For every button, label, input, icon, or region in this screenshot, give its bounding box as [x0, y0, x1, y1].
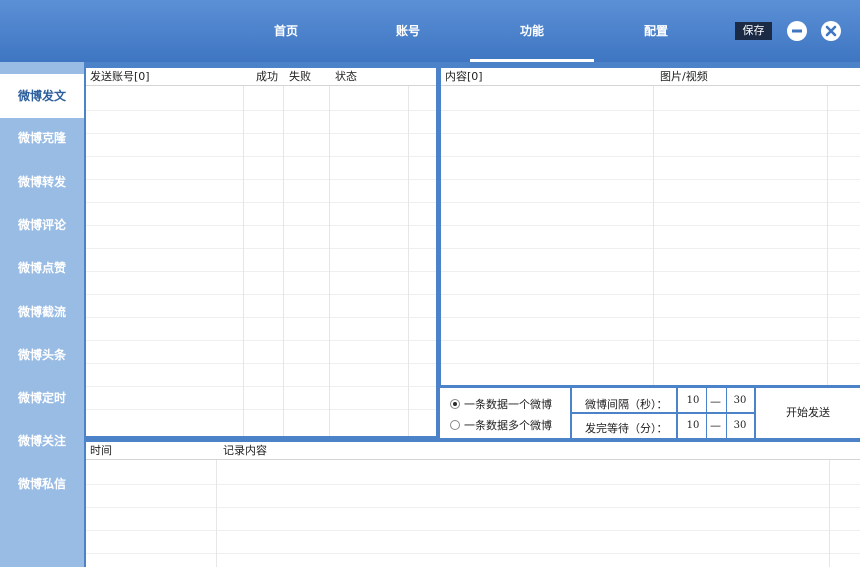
accounts-table[interactable]: 发送账号[0] 成功 失败 状态 — [86, 68, 436, 436]
table-header: 时间 记录内容 — [86, 442, 860, 460]
sidebar-item-weibo-like[interactable]: 微博点赞 — [0, 246, 84, 290]
column-header-sender-account[interactable]: 发送账号[0] — [86, 68, 150, 86]
interval-min-input[interactable]: 10 — [680, 391, 706, 411]
column-header-time[interactable]: 时间 — [86, 442, 112, 460]
wait-min-input[interactable]: 10 — [680, 416, 706, 436]
nav-tab-account[interactable]: 账号 — [347, 0, 469, 62]
mode-option-multiple[interactable]: 一条数据多个微博 — [450, 419, 552, 433]
content-table[interactable]: 内容[0] 图片/视频 — [441, 68, 860, 385]
column-header-status[interactable]: 状态 — [331, 68, 357, 86]
sidebar-item-weibo-headline[interactable]: 微博头条 — [0, 333, 84, 377]
sidebar-item-weibo-message[interactable]: 微博私信 — [0, 462, 84, 506]
column-header-fail[interactable]: 失败 — [285, 68, 311, 86]
wait-label: 发完等待（分）： — [585, 422, 668, 435]
sidebar-item-weibo-intercept[interactable]: 微博截流 — [0, 290, 84, 334]
table-header: 内容[0] 图片/视频 — [441, 68, 860, 86]
table-header: 发送账号[0] 成功 失败 状态 — [86, 68, 436, 86]
nav-tab-label: 账号 — [395, 24, 420, 38]
nav-tab-home[interactable]: 首页 — [225, 0, 347, 62]
sidebar-item-weibo-clone[interactable]: 微博克隆 — [0, 116, 84, 160]
close-circle-icon — [825, 25, 837, 37]
interval-label: 微博间隔（秒）： — [585, 398, 668, 411]
column-header-content[interactable]: 内容[0] — [441, 68, 483, 86]
sidebar-item-weibo-comment[interactable]: 微博评论 — [0, 203, 84, 247]
mode-option-label: 一条数据一个微博 — [464, 398, 552, 411]
column-header-image-video[interactable]: 图片/视频 — [656, 68, 708, 86]
close-button[interactable] — [821, 21, 841, 41]
mode-option-single[interactable]: 一条数据一个微博 — [450, 398, 552, 412]
nav-tab-label: 配置 — [643, 24, 668, 38]
column-header-log-content[interactable]: 记录内容 — [219, 442, 267, 460]
radio-unselected-icon — [450, 420, 460, 430]
sidebar-item-weibo-follow[interactable]: 微博关注 — [0, 419, 84, 463]
top-nav-bar: 首页 账号 功能 配置 保存 — [0, 0, 860, 62]
wait-max-input[interactable]: 30 — [727, 416, 753, 436]
save-button[interactable]: 保存 — [735, 22, 772, 40]
column-header-success[interactable]: 成功 — [252, 68, 278, 86]
interval-max-input[interactable]: 30 — [727, 391, 753, 411]
start-send-button[interactable]: 开始发送 — [756, 390, 860, 436]
minus-circle-icon — [792, 29, 802, 33]
nav-tab-label: 功能 — [519, 24, 544, 38]
sidebar-item-weibo-repost[interactable]: 微博转发 — [0, 160, 84, 204]
sidebar-item-weibo-schedule[interactable]: 微博定时 — [0, 376, 84, 420]
nav-tab-config[interactable]: 配置 — [594, 0, 718, 62]
sidebar-item-weibo-post[interactable]: 微博发文 — [0, 74, 84, 118]
nav-tab-function[interactable]: 功能 — [470, 0, 594, 62]
mode-option-label: 一条数据多个微博 — [464, 419, 552, 432]
range-separator: — — [710, 395, 721, 408]
nav-tab-label: 首页 — [273, 24, 298, 38]
radio-selected-icon — [450, 399, 460, 409]
sidebar: 微博发文 微博克隆 微博转发 微博评论 微博点赞 微博截流 微博头条 微博定时 … — [0, 62, 84, 567]
log-table[interactable]: 时间 记录内容 — [86, 442, 860, 567]
range-separator: — — [710, 419, 721, 432]
minimize-button[interactable] — [787, 21, 807, 41]
